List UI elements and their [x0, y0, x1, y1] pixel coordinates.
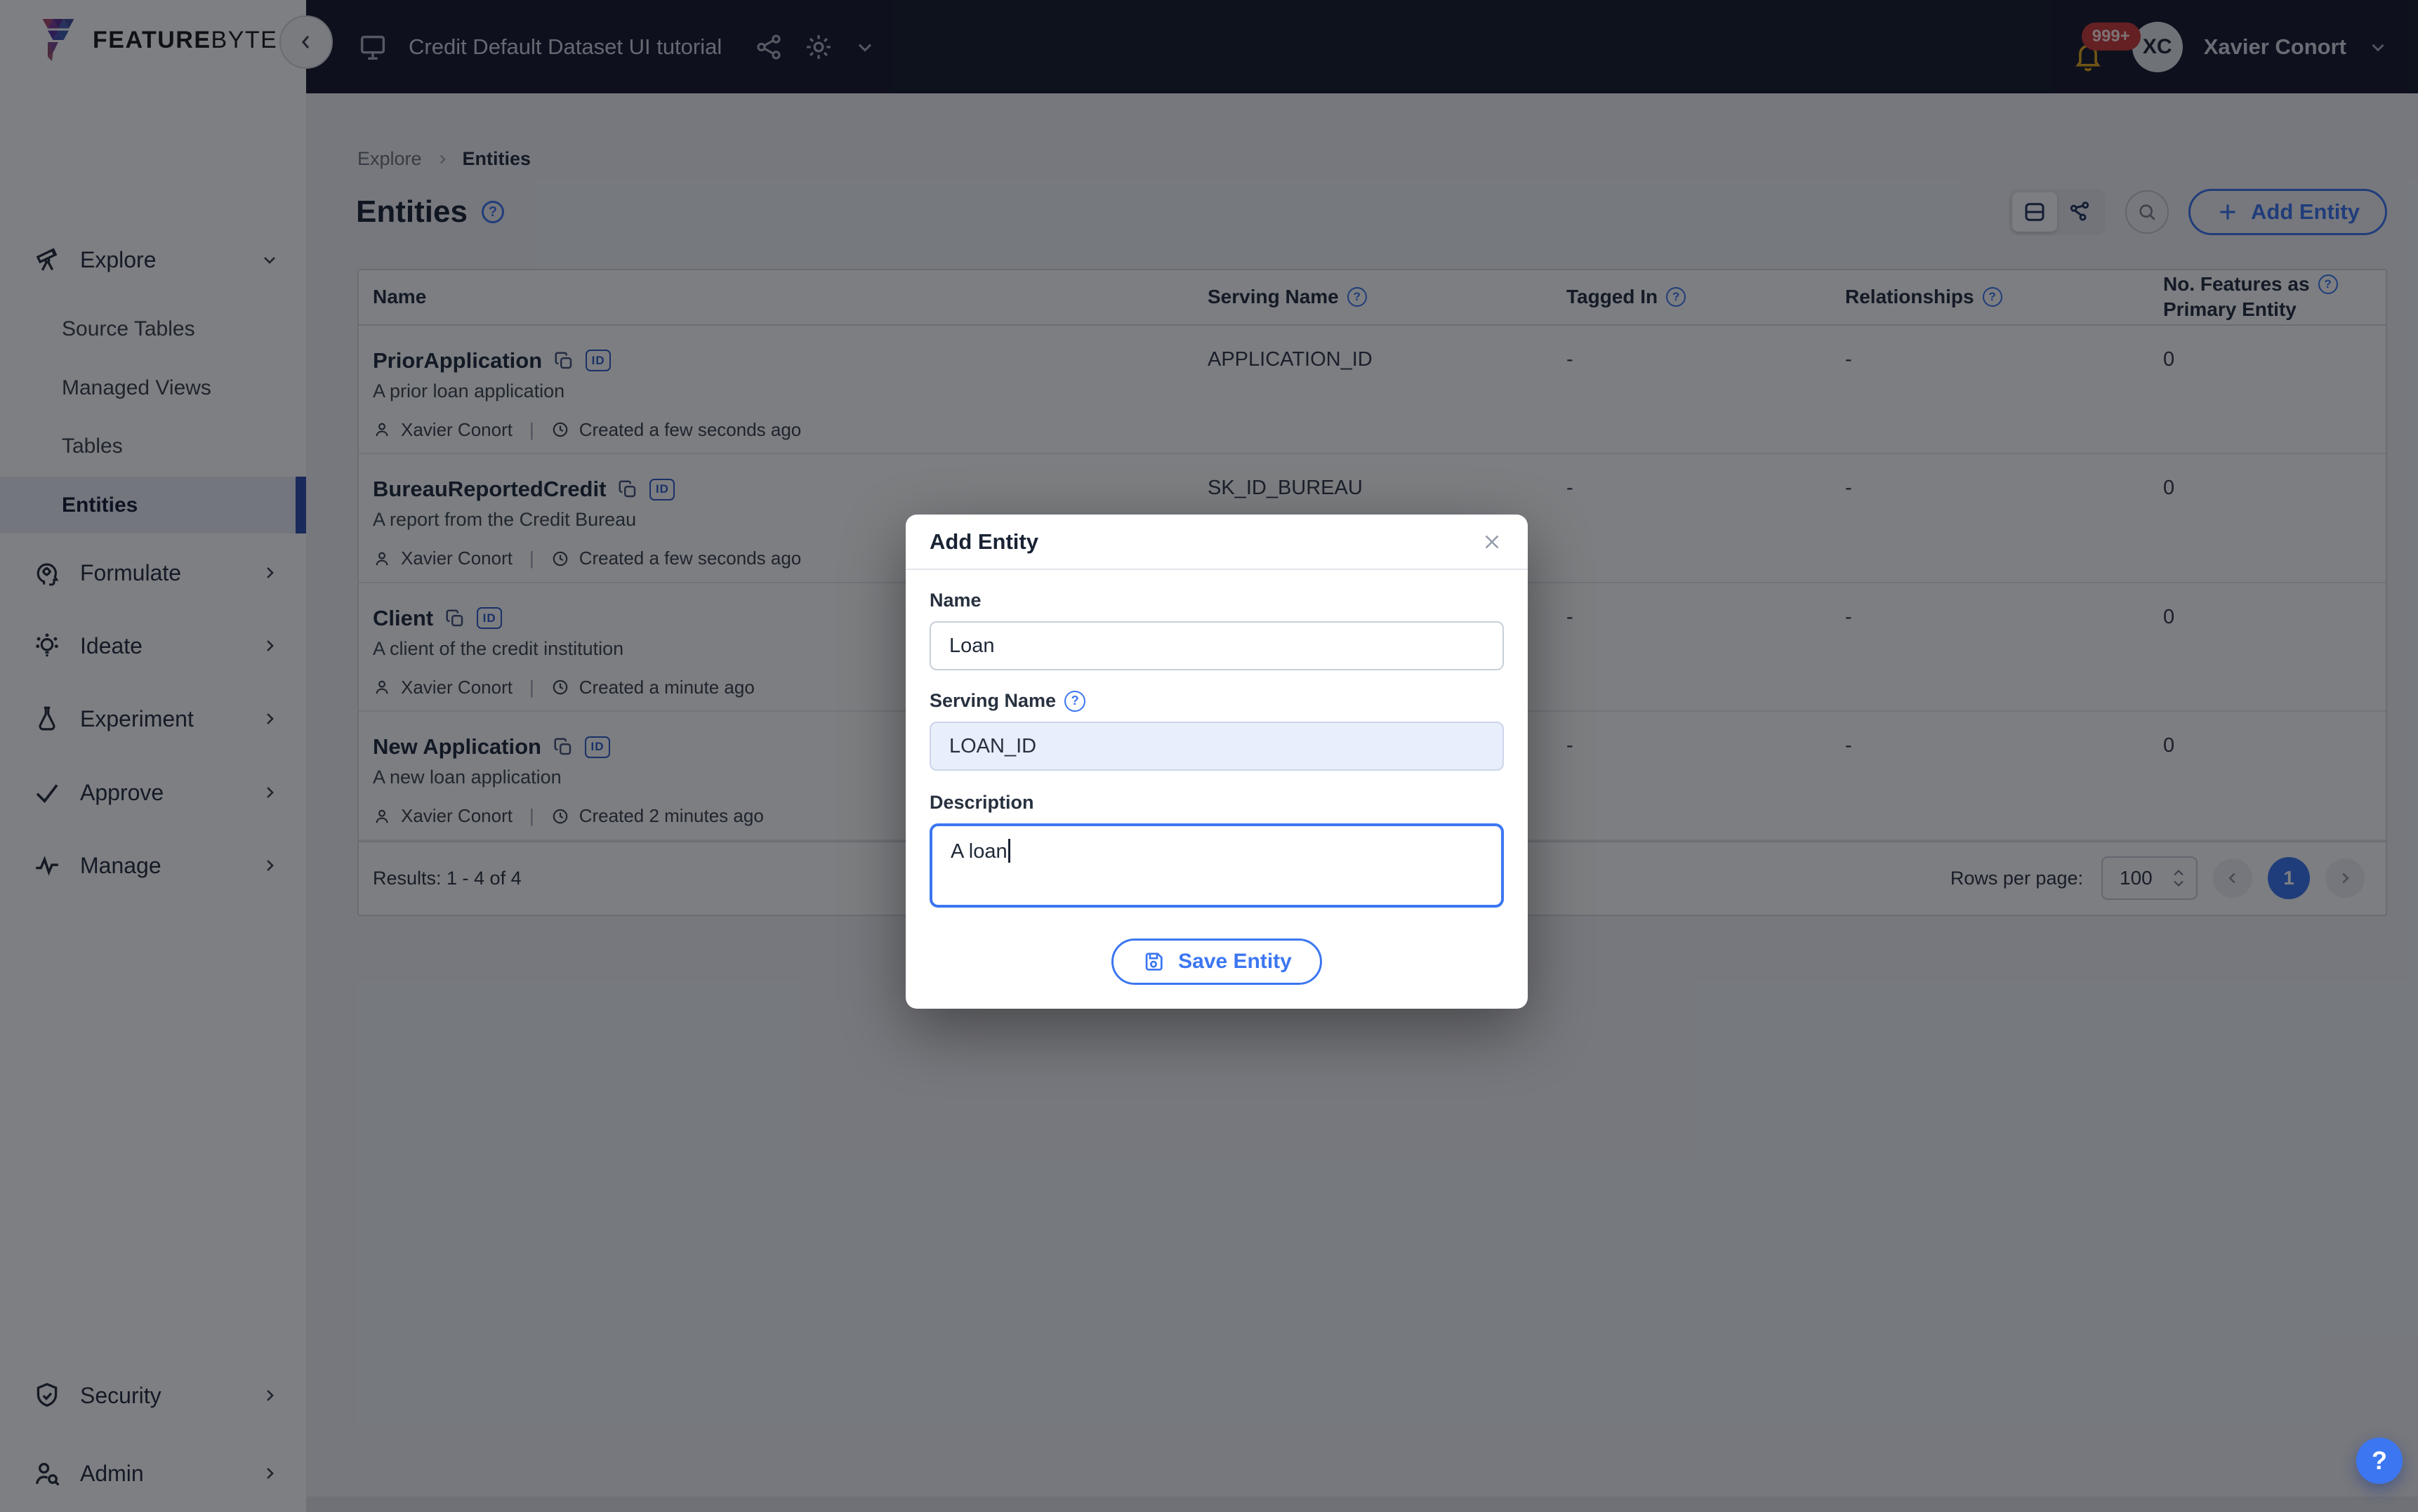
entity-name-input[interactable]	[930, 621, 1504, 670]
description-label: Description	[930, 792, 1034, 813]
save-entity-button[interactable]: Save Entity	[1111, 939, 1322, 985]
app-root: Credit Default Dataset UI tutorial 999+ …	[0, 0, 2418, 1512]
add-entity-modal: Add Entity Name Serving Name ? Descripti…	[906, 515, 1528, 1009]
name-label: Name	[930, 590, 982, 611]
text-caret	[1008, 839, 1010, 863]
serving-name-input[interactable]	[930, 722, 1504, 771]
serving-name-help-icon[interactable]: ?	[1064, 690, 1086, 712]
description-text: A loan	[951, 840, 1008, 863]
close-icon[interactable]	[1480, 530, 1504, 554]
modal-title: Add Entity	[930, 529, 1038, 554]
floppy-icon	[1145, 953, 1163, 971]
serving-name-label: Serving Name ?	[930, 690, 1504, 712]
save-entity-label: Save Entity	[1178, 950, 1292, 973]
description-textarea[interactable]: A loan	[930, 823, 1504, 908]
help-fab[interactable]: ?	[2356, 1438, 2403, 1484]
